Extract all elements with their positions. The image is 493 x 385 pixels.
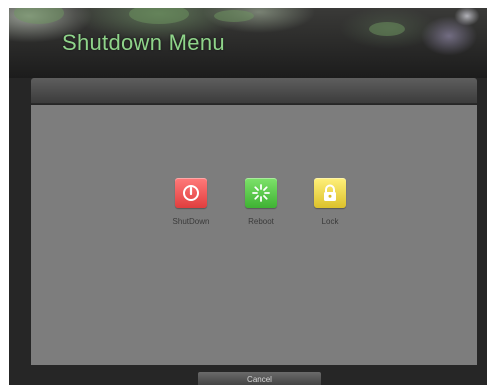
reboot-button[interactable]: Reboot: [233, 178, 289, 226]
lock-tile[interactable]: [314, 178, 346, 208]
reboot-icon: [252, 184, 270, 202]
lock-label: Lock: [321, 217, 339, 226]
cancel-button[interactable]: Cancel: [198, 372, 321, 385]
lock-button[interactable]: Lock: [302, 178, 358, 226]
shutdown-options-panel: ShutDown Reboot Lock: [31, 105, 477, 365]
leaf-decoration: [14, 8, 64, 24]
shutdown-tile[interactable]: [175, 178, 207, 208]
lock-icon: [324, 184, 336, 201]
panel-header-bar: [31, 78, 477, 104]
leaf-decoration: [369, 22, 405, 36]
reboot-tile[interactable]: [245, 178, 277, 208]
leaf-decoration: [129, 8, 189, 24]
page-title: Shutdown Menu: [62, 30, 225, 55]
shutdown-menu-window: Shutdown Menu ShutDown Reboot Lock Cance…: [9, 8, 487, 385]
header-banner: Shutdown Menu: [9, 8, 487, 78]
shutdown-button[interactable]: ShutDown: [163, 178, 219, 226]
leaf-decoration: [214, 10, 254, 22]
shutdown-label: ShutDown: [172, 217, 210, 226]
power-icon: [183, 185, 199, 201]
reboot-label: Reboot: [248, 217, 274, 226]
